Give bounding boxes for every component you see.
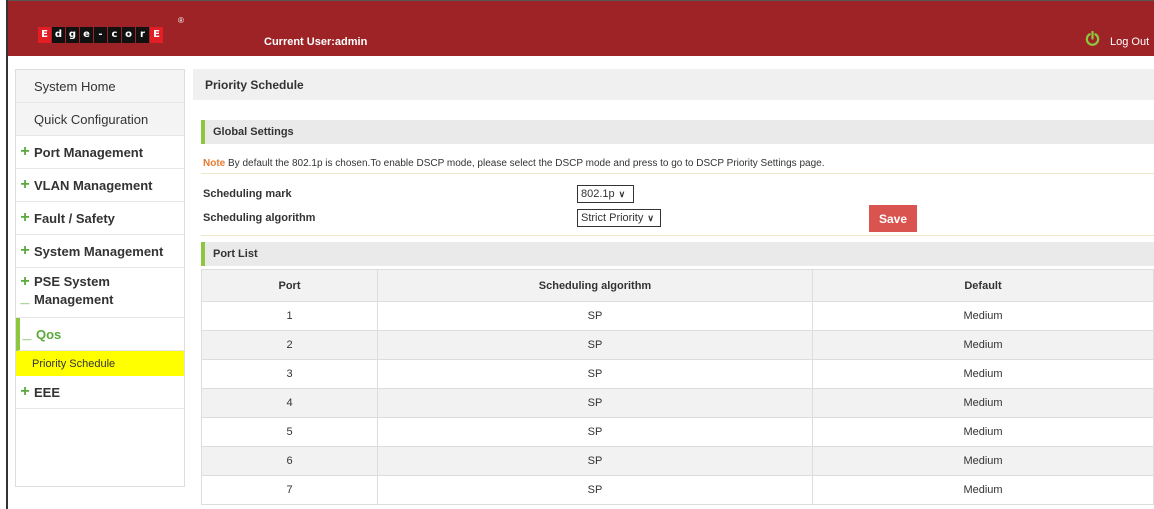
- divider: [201, 235, 1154, 236]
- chevron-down-icon: ∨: [647, 212, 654, 223]
- sidebar-item-qos[interactable]: _ Qos: [16, 318, 184, 351]
- sidebar-item-pse-system-management[interactable]: + _ PSE System Management: [16, 268, 184, 318]
- sidebar-item-fault-safety[interactable]: + Fault / Safety: [16, 202, 184, 235]
- collapse-minus-icon: _: [20, 289, 30, 306]
- algorithm-cell: SP: [377, 446, 813, 476]
- logo-letter: g: [66, 27, 79, 43]
- scheduling-mark-label: Scheduling mark: [203, 188, 292, 200]
- algorithm-cell: SP: [377, 359, 813, 389]
- sidebar-item-label: System Home: [34, 78, 116, 94]
- expand-plus-icon: +: [20, 383, 30, 400]
- table-row[interactable]: 7 SP Medium: [201, 475, 1154, 505]
- column-header-default: Default: [812, 269, 1154, 302]
- sidebar-item-label: System Management: [34, 243, 164, 259]
- port-cell: 4: [201, 388, 378, 418]
- main-content: Priority Schedule Global Settings Note B…: [193, 69, 1154, 505]
- logo-letter: o: [122, 27, 135, 43]
- logo-letter: E: [38, 27, 51, 43]
- scheduling-algorithm-select[interactable]: Strict Priority ∨: [577, 209, 661, 227]
- global-settings-heading: Global Settings: [201, 120, 1154, 144]
- column-header-scheduling-algorithm: Scheduling algorithm: [377, 269, 813, 302]
- sign-column: + _: [18, 273, 34, 306]
- sidebar-item-label: PSE System Management: [34, 273, 113, 309]
- window-border-left: [6, 0, 8, 509]
- sidebar-subitem-priority-schedule[interactable]: Priority Schedule: [16, 351, 184, 376]
- default-cell: Medium: [812, 330, 1154, 360]
- expand-plus-icon: +: [20, 209, 30, 226]
- scheduling-algorithm-label: Scheduling algorithm: [203, 212, 316, 224]
- select-value: Strict Priority: [581, 212, 644, 224]
- sidebar-item-label: EEE: [34, 384, 61, 400]
- table-row[interactable]: 1 SP Medium: [201, 301, 1154, 331]
- sidebar-item-label: Qos: [36, 326, 62, 342]
- sidebar-item-label: Quick Configuration: [34, 111, 149, 127]
- table-row[interactable]: 6 SP Medium: [201, 446, 1154, 476]
- algorithm-cell: SP: [377, 417, 813, 447]
- collapse-minus-icon: _: [22, 325, 32, 342]
- logo-letter: E: [150, 27, 163, 43]
- sidebar-item-label: Port Management: [34, 144, 144, 160]
- default-cell: Medium: [812, 301, 1154, 331]
- default-cell: Medium: [812, 388, 1154, 418]
- table-row[interactable]: 5 SP Medium: [201, 417, 1154, 447]
- label-line: PSE System: [34, 274, 110, 289]
- default-cell: Medium: [812, 359, 1154, 389]
- logo-letter: r: [136, 27, 149, 43]
- port-cell: 6: [201, 446, 378, 476]
- algorithm-cell: SP: [377, 301, 813, 331]
- registered-mark: ®: [178, 16, 184, 25]
- algorithm-cell: SP: [377, 330, 813, 360]
- page-title: Priority Schedule: [193, 69, 1154, 100]
- algorithm-cell: SP: [377, 475, 813, 505]
- sidebar-item-label: Fault / Safety: [34, 210, 115, 226]
- table-row[interactable]: 3 SP Medium: [201, 359, 1154, 389]
- table-row[interactable]: 4 SP Medium: [201, 388, 1154, 418]
- sidebar-nav: System Home Quick Configuration + Port M…: [15, 69, 185, 487]
- note-label: Note: [203, 158, 226, 169]
- logo-letter: -: [94, 27, 107, 43]
- sidebar-item-quick-configuration[interactable]: Quick Configuration: [16, 103, 184, 136]
- logo-letter: c: [108, 27, 121, 43]
- label-line: Management: [34, 292, 114, 307]
- expand-plus-icon: +: [20, 143, 30, 160]
- sidebar-item-label: VLAN Management: [34, 177, 153, 193]
- port-list-heading: Port List: [201, 242, 1154, 266]
- expand-plus-icon: +: [20, 176, 30, 193]
- current-user-label: Current User:admin: [264, 36, 368, 48]
- sidebar-item-eee[interactable]: + EEE: [16, 376, 184, 409]
- divider: [201, 173, 1154, 174]
- note-body: By default the 802.1p is chosen.To enabl…: [225, 158, 825, 169]
- default-cell: Medium: [812, 475, 1154, 505]
- save-button[interactable]: Save: [869, 205, 917, 232]
- logo-letter: e: [80, 27, 93, 43]
- table-header-row: Port Scheduling algorithm Default: [201, 269, 1154, 302]
- expand-plus-icon: +: [20, 242, 30, 259]
- note-text: Note By default the 802.1p is chosen.To …: [203, 158, 824, 169]
- sidebar-item-system-management[interactable]: + System Management: [16, 235, 184, 268]
- default-cell: Medium: [812, 446, 1154, 476]
- sidebar-item-vlan-management[interactable]: + VLAN Management: [16, 169, 184, 202]
- port-cell: 2: [201, 330, 378, 360]
- algorithm-cell: SP: [377, 388, 813, 418]
- port-cell: 7: [201, 475, 378, 505]
- sidebar-item-port-management[interactable]: + Port Management: [16, 136, 184, 169]
- port-cell: 1: [201, 301, 378, 331]
- logout-link[interactable]: Log Out: [1110, 36, 1149, 48]
- top-header: E d g e - c o r E ® Current User:admin L…: [8, 1, 1154, 56]
- select-value: 802.1p: [581, 188, 615, 200]
- port-cell: 5: [201, 417, 378, 447]
- scheduling-mark-select[interactable]: 802.1p ∨: [577, 185, 634, 203]
- sidebar-item-system-home[interactable]: System Home: [16, 70, 184, 103]
- power-icon[interactable]: [1085, 31, 1100, 46]
- default-cell: Medium: [812, 417, 1154, 447]
- table-row[interactable]: 2 SP Medium: [201, 330, 1154, 360]
- port-cell: 3: [201, 359, 378, 389]
- logo-letter: d: [52, 27, 65, 43]
- edgecore-logo: E d g e - c o r E: [38, 27, 163, 43]
- column-header-port: Port: [201, 269, 378, 302]
- chevron-down-icon: ∨: [618, 188, 626, 199]
- port-list-table: Port Scheduling algorithm Default 1 SP M…: [201, 269, 1154, 505]
